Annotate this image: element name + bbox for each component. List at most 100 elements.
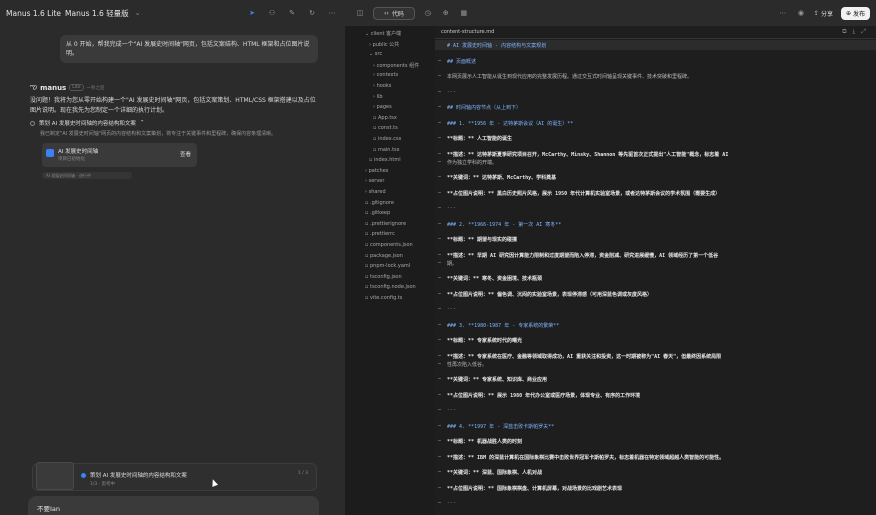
code-line: ## 页面概述	[447, 58, 477, 65]
share-icon: ⇪	[813, 9, 819, 17]
tree-item[interactable]: ▫ .gitkeep	[365, 210, 390, 216]
line-number	[438, 277, 441, 278]
progress-subtitle: 1/3 · 思考中	[90, 482, 116, 487]
line-number	[438, 191, 441, 193]
code-tab[interactable]: ‹› 代码	[373, 6, 415, 20]
tree-item[interactable]: ▫ package.json	[365, 253, 403, 259]
code-line: **标题：** 期望与现实的碰撞	[447, 237, 518, 243]
code-line: **标题：** 人工智能的诞生	[447, 136, 513, 142]
github-icon[interactable]: ◉	[796, 8, 806, 18]
code-line: ### 4. **1997 年 - 深蓝击败卡斯帕罗夫**	[447, 423, 555, 430]
tree-item[interactable]: › hooks	[373, 83, 391, 89]
tree-item[interactable]: ▫ index.css	[373, 136, 401, 142]
plan-step[interactable]: 策划 AI 发展史时间轴的内容结构和文案 ⌃	[30, 119, 145, 127]
code-line: **描述：** IBM 的深蓝计算机在国际象棋比赛中击败世界冠军卡斯帕罗夫，标志…	[447, 454, 725, 461]
tree-item-label: main.tsx	[377, 146, 400, 153]
publish-button[interactable]: ⊕ 发布	[840, 6, 870, 20]
chevron-up-icon[interactable]: ⌃	[140, 120, 145, 126]
tree-item-label: pnpm-lock.yaml	[369, 263, 411, 270]
tree-item-label: package.json	[369, 252, 403, 259]
more-icon[interactable]: ⋯	[327, 8, 337, 18]
browser-icon[interactable]: ◫	[355, 8, 365, 18]
tree-item-label: shared	[368, 189, 386, 195]
project-icon	[46, 149, 54, 157]
tree-item-label: src	[374, 51, 383, 58]
expand-icon[interactable]: ⤢	[861, 28, 866, 36]
tree-item[interactable]: ▫ pnpm-lock.yaml	[365, 263, 410, 269]
share-label: 分享	[820, 10, 833, 18]
view-button[interactable]: 查看	[180, 150, 191, 158]
tree-item-label: pages	[376, 104, 392, 111]
tree-item[interactable]: › contexts	[373, 72, 398, 78]
tree-item[interactable]: › public 公共	[369, 41, 399, 48]
tree-item[interactable]: › patches	[365, 168, 388, 174]
code-line: ### 3. **1980-1987 年 - 专家系统的繁荣**	[447, 322, 560, 329]
tree-item-label: vite.config.ts	[369, 295, 403, 301]
tree-item[interactable]: ▫ const.ts	[373, 125, 398, 131]
tree-item[interactable]: › components 组件	[373, 62, 419, 69]
line-number	[438, 362, 441, 364]
send-icon[interactable]: ➤	[247, 8, 257, 18]
tree-item[interactable]: › server	[365, 178, 384, 184]
publish-label: 发布	[852, 10, 865, 18]
message-input[interactable]: 不要Ian + ⚙ 🎙 ↑	[28, 496, 319, 515]
copy-icon[interactable]: ⧉	[842, 28, 846, 36]
more-icon[interactable]: ⋯	[778, 8, 788, 18]
tree-item[interactable]: ⌄ client 客户端	[365, 30, 401, 37]
chevron-down-icon[interactable]: ⌄	[133, 8, 143, 18]
line-number	[438, 440, 441, 441]
line-number	[438, 502, 441, 503]
tree-item-label: .prettierignore	[369, 220, 407, 227]
preview-thumbnail[interactable]	[36, 462, 74, 490]
code-line: ---	[447, 500, 457, 506]
agent-tag: Lite	[69, 84, 84, 91]
code-line: ---	[447, 88, 457, 95]
task-card[interactable]: AI 发展史时间轴 项目已初始化 查看	[42, 143, 197, 167]
line-number	[438, 238, 441, 239]
line-number	[438, 106, 441, 107]
tree-item[interactable]: › pages	[373, 104, 392, 110]
line-number	[438, 121, 441, 123]
person-icon[interactable]: ⚇	[267, 8, 277, 18]
line-number	[438, 160, 441, 162]
line-number	[438, 207, 441, 208]
editor-actions: ⧉ ⤓ ⤢	[842, 28, 866, 36]
line-number	[438, 424, 441, 426]
tree-item[interactable]: ▫ components.json	[365, 242, 413, 248]
tree-item[interactable]: ▫ App.tsx	[373, 115, 397, 121]
tree-item[interactable]: ▫ index.html	[369, 157, 401, 163]
line-number	[438, 486, 441, 488]
model-selector[interactable]: Manus 1.6 轻量版	[65, 8, 129, 19]
share-button[interactable]: ⇪ 分享	[814, 9, 833, 18]
globe-icon[interactable]: ⊕	[441, 8, 451, 18]
code-line: **关键词：** 达特茅斯、McCarthy、学科奠基	[447, 175, 557, 181]
tree-item[interactable]: › lib	[373, 94, 383, 100]
task-title: AI 发展史时间轴	[58, 149, 99, 155]
edit-icon[interactable]: ✎	[287, 8, 297, 18]
code-line: ## 时间轴内容节点（从上到下）	[447, 105, 522, 111]
tree-item[interactable]: ⌄ src	[369, 51, 382, 57]
tree-item[interactable]: ▫ .gitignore	[365, 200, 394, 206]
code-line: **关键词：** 寒冬、资金困境、技术瓶颈	[447, 276, 543, 282]
editor-tab[interactable]: content-structure.md	[441, 29, 494, 35]
code-line: **描述：** 专家系统在医疗、金融等领域取得成功，AI 重获关注和投资，这一时…	[447, 353, 722, 360]
tree-item[interactable]: ▫ tsconfig.node.json	[365, 284, 416, 290]
tree-item-label: index.html	[373, 157, 401, 164]
download-icon[interactable]: ⤓	[853, 28, 856, 36]
tree-item[interactable]: ▫ .prettierrc	[365, 231, 395, 237]
progress-panel[interactable]: 策划 AI 发展史时间轴的内容结构和文案 1/3 · 思考中 1 / 3	[32, 462, 317, 491]
task-subtitle: 项目已初始化	[58, 157, 85, 162]
tree-item[interactable]: ▫ vite.config.ts	[365, 295, 402, 301]
clock-icon[interactable]: ◷	[423, 8, 433, 18]
line-number	[438, 354, 441, 356]
tree-item[interactable]: ▫ tsconfig.json	[365, 274, 402, 280]
message-input-text[interactable]: 不要Ian	[37, 503, 60, 513]
tree-item[interactable]: › shared	[365, 189, 386, 195]
database-icon[interactable]: ▦	[459, 8, 469, 18]
tree-item[interactable]: ▫ main.tsx	[373, 147, 400, 153]
manus-logo-icon: ఌ	[30, 82, 38, 91]
tree-item-label: const.ts	[377, 125, 398, 132]
code-line: ### 1. **1956 年 - 达特茅斯会议（AI 的诞生）**	[447, 120, 574, 127]
tree-item[interactable]: ▫ .prettierignore	[365, 221, 406, 227]
history-icon[interactable]: ↻	[307, 8, 317, 18]
